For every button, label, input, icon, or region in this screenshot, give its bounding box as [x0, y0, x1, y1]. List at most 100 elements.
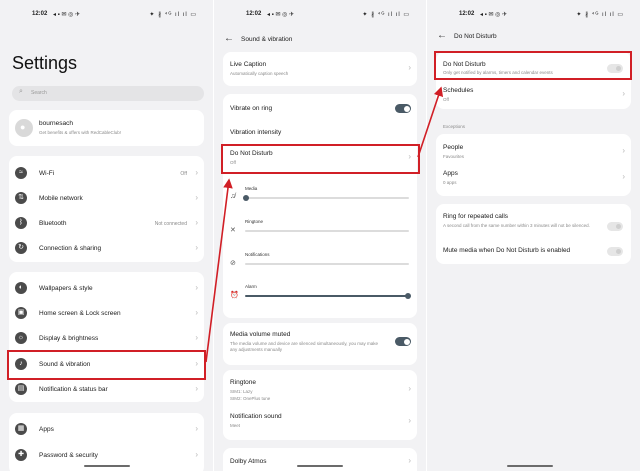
media-muted-toggle[interactable] [395, 337, 411, 346]
settings-item-label: Notification & status bar [39, 386, 108, 393]
vibration-intensity-label[interactable]: Vibration intensity [230, 129, 281, 136]
slider-track [245, 263, 409, 265]
exceptions-card: People Favourites › Apps 0 apps › [436, 134, 631, 196]
gesture-bar[interactable] [507, 465, 553, 467]
media-volume-slider[interactable]: Media ♫̸ [223, 186, 417, 208]
ringtone-muted-icon: ✕ [230, 227, 236, 234]
settings-item-wifi[interactable]: ≈ Wi-Fi Off › [9, 162, 204, 184]
settings-item-label: Wi-Fi [39, 170, 55, 177]
do-not-disturb-screen: 12:02 ◂ ▪ ✉ ◎ ✈ ✦ ∦ ⁴ᴳ ıl ıl ▭ ← Do Not … [427, 0, 640, 471]
settings-item-label: Apps [39, 426, 54, 433]
connection-sharing-icon: ↻ [15, 242, 27, 254]
back-arrow-icon[interactable]: ← [224, 33, 234, 44]
settings-item-display-brightness[interactable]: ☼ Display & brightness › [9, 326, 204, 350]
highlight-box-sound-vibration [7, 350, 206, 380]
chevron-right-icon: › [622, 89, 625, 98]
page-title: Do Not Disturb [454, 33, 497, 40]
chevron-right-icon: › [408, 384, 411, 393]
dolby-label: Dolby Atmos [230, 458, 267, 465]
settings-screen: 12:02 ◂ ▪ ✉ ◎ ✈ ✦ ∦ ⁴ᴳ ıl ıl ▭ Settings … [0, 0, 213, 471]
highlight-box-dnd [221, 144, 420, 174]
chevron-right-icon: › [195, 424, 198, 433]
people-item[interactable]: People Favourites › [436, 138, 631, 166]
ringtone-item[interactable]: Ringtone SIM1: Lazy SIM2: OnePlus tune › [223, 374, 417, 406]
chevron-right-icon: › [408, 416, 411, 425]
mute-media-toggle[interactable] [607, 247, 623, 256]
chevron-right-icon: › [622, 146, 625, 155]
notification-sound-value: Meet [230, 423, 241, 428]
wifi-status: Off [180, 171, 187, 177]
slider-label: Media [245, 186, 258, 191]
sound-vibration-screen: 12:02 ◂ ▪ ✉ ◎ ✈ ✦ ∦ ⁴ᴳ ıl ıl ▭ ← Sound &… [214, 0, 426, 471]
bluetooth-icon: ᛒ [15, 217, 27, 229]
notification-sound-item[interactable]: Notification sound Meet › [223, 408, 417, 436]
chevron-right-icon: › [195, 450, 198, 459]
live-caption-label: Live Caption [230, 61, 267, 68]
exceptions-header: Exceptions [443, 124, 466, 129]
notification-icons: ◂ ▪ ✉ ◎ ✈ [267, 12, 295, 18]
slider-knob[interactable] [243, 195, 249, 201]
status-indicators: ✦ ∦ ⁴ᴳ ıl ıl ▭ [576, 12, 624, 18]
apps-security-group: ▦ Apps › ✚ Password & security › [9, 413, 204, 471]
chevron-right-icon: › [195, 243, 198, 252]
network-group: ≈ Wi-Fi Off › ⇅ Mobile network › ᛒ Bluet… [9, 156, 204, 262]
slider-track [245, 197, 409, 199]
apps-icon: ▦ [15, 423, 27, 435]
vibrate-on-ring-toggle[interactable] [395, 104, 411, 113]
notification-icons: ◂ ▪ ✉ ◎ ✈ [53, 12, 81, 18]
chevron-right-icon: › [195, 333, 198, 342]
avatar: ● [15, 119, 33, 137]
ring-repeated-item[interactable]: Ring for repeated calls A second call fr… [436, 208, 631, 238]
status-time: 12:02 [246, 11, 262, 17]
ringtone-sim2: SIM2: OnePlus tune [230, 396, 271, 401]
status-indicators: ✦ ∦ ⁴ᴳ ıl ıl ▭ [362, 12, 410, 18]
people-value: Favourites [443, 154, 465, 159]
notifications-volume-slider[interactable]: Notifications ⊘ [223, 252, 417, 274]
people-label: People [443, 144, 464, 151]
status-time: 12:02 [32, 11, 48, 17]
gesture-bar[interactable] [297, 465, 343, 467]
apps-item[interactable]: Apps 0 apps › [436, 166, 631, 194]
schedules-item[interactable]: Schedules Off › [436, 83, 631, 109]
dolby-card[interactable]: Dolby Atmos › [223, 448, 417, 471]
settings-item-label: Home screen & Lock screen [39, 310, 121, 317]
back-arrow-icon[interactable]: ← [437, 30, 447, 41]
chevron-right-icon: › [622, 172, 625, 181]
settings-item-home-lock-screen[interactable]: ▣ Home screen & Lock screen › [9, 301, 204, 325]
status-time: 12:02 [459, 11, 475, 17]
settings-item-label: Connection & sharing [39, 245, 102, 252]
chevron-right-icon: › [195, 168, 198, 177]
alarm-clock-icon: ⏰ [230, 292, 239, 299]
chevron-right-icon: › [195, 308, 198, 317]
ringtone-volume-slider[interactable]: Ringtone ✕ [223, 219, 417, 241]
brightness-icon: ☼ [15, 332, 27, 344]
settings-item-wallpapers[interactable]: ◐ Wallpapers & style › [9, 276, 204, 300]
bluetooth-status: Not connected [154, 221, 187, 227]
live-caption-card[interactable]: Live Caption Automatically caption speec… [223, 52, 417, 86]
apps-value: 0 apps [443, 180, 457, 185]
status-bar: 12:02 ◂ ▪ ✉ ◎ ✈ ✦ ∦ ⁴ᴳ ıl ıl ▭ [214, 11, 426, 23]
profile-name: bournesach [39, 120, 73, 127]
gesture-bar[interactable] [84, 465, 130, 467]
notification-muted-icon: ⊘ [230, 260, 236, 267]
settings-item-password-security[interactable]: ✚ Password & security › [9, 443, 204, 467]
ring-repeated-description: A second call from the same number withi… [443, 223, 590, 228]
media-muted-label: Media volume muted [230, 331, 291, 338]
settings-item-mobile-network[interactable]: ⇅ Mobile network › [9, 187, 204, 209]
settings-item-connection-sharing[interactable]: ↻ Connection & sharing › [9, 237, 204, 259]
mute-media-item[interactable]: Mute media when Do Not Disturb is enable… [436, 242, 631, 262]
profile-card[interactable]: ● bournesach Get benefits & offers with … [9, 110, 204, 146]
settings-item-bluetooth[interactable]: ᛒ Bluetooth Not connected › [9, 212, 204, 234]
slider-knob[interactable] [405, 293, 411, 299]
media-muted-description: The media volume and device are silenced… [230, 341, 378, 352]
settings-item-notification-status-bar[interactable]: ▤ Notification & status bar › [9, 377, 204, 401]
apps-label: Apps [443, 170, 458, 177]
palette-icon: ◐ [15, 282, 27, 294]
alarm-volume-slider[interactable]: Alarm ⏰ [223, 284, 417, 306]
search-input[interactable]: ⌕ Search [12, 86, 204, 101]
slider-label: Notifications [245, 252, 270, 257]
ring-repeated-toggle[interactable] [607, 222, 623, 231]
chevron-right-icon: › [408, 63, 411, 72]
settings-item-apps[interactable]: ▦ Apps › [9, 417, 204, 441]
search-placeholder: Search [31, 90, 47, 96]
